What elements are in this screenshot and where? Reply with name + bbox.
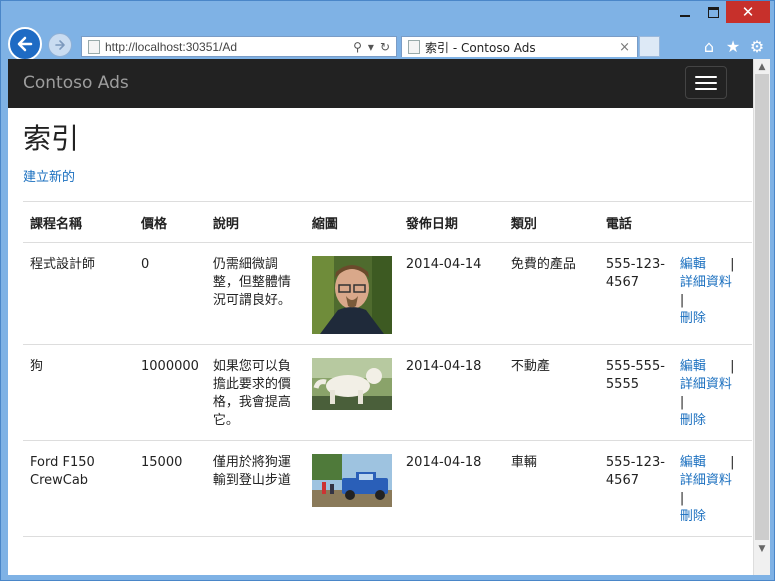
refresh-icon[interactable]: ↻ — [380, 40, 390, 54]
cell-title: 程式設計師 — [23, 242, 134, 345]
thumbnail-man-portrait[interactable] — [311, 256, 392, 334]
table-row: 程式設計師 0 仍需細微調整，但整體情況可謂良好。 2014-04-14 免費的… — [23, 242, 752, 345]
cell-title: Ford F150 CrewCab — [23, 440, 134, 537]
star-icon[interactable]: ★ — [724, 37, 742, 56]
page-title: 索引 — [23, 122, 80, 155]
col-date-header: 發佈日期 — [398, 201, 504, 243]
tab-close-icon[interactable]: × — [619, 40, 630, 55]
home-icon[interactable]: ⌂ — [700, 37, 718, 56]
search-icon[interactable]: ⚲ — [353, 40, 362, 54]
hamburger-icon — [695, 75, 717, 78]
col-thumbnail-header: 縮圖 — [304, 201, 399, 243]
col-price-header: 價格 — [134, 201, 206, 243]
details-link[interactable]: 詳細資料 — [680, 472, 745, 490]
edit-link[interactable]: 編輯 — [680, 257, 706, 272]
arrow-right-icon — [55, 40, 65, 50]
forward-button[interactable] — [48, 33, 72, 57]
cell-phone: 555-123-4567 — [598, 242, 673, 345]
address-bar[interactable]: http://localhost:30351/Ad ⚲ ▾ ↻ — [81, 36, 397, 57]
cell-date: 2014-04-14 — [398, 242, 504, 345]
separator: | — [730, 359, 735, 374]
menu-toggle-button[interactable] — [685, 66, 727, 99]
edit-link[interactable]: 編輯 — [680, 455, 706, 470]
separator: | — [679, 395, 685, 410]
thumbnail-white-dog[interactable] — [311, 358, 392, 410]
scroll-down-icon[interactable]: ▼ — [754, 541, 770, 557]
arrow-left-icon — [17, 36, 33, 52]
cell-price: 15000 — [134, 440, 206, 537]
tab-active[interactable]: 索引 - Contoso Ads × — [401, 36, 638, 57]
table-row: 狗 1000000 如果您可以負擔此要求的價格，我會提高它。 2014-04-1… — [23, 344, 752, 441]
scroll-thumb[interactable] — [755, 74, 769, 540]
delete-link[interactable]: 刪除 — [680, 310, 745, 328]
separator: | — [730, 257, 735, 272]
ads-table: 課程名稱 價格 說明 縮圖 發佈日期 類別 電話 程式設計師 0 仍需細微調整，… — [23, 201, 752, 537]
table-row: Ford F150 CrewCab 15000 僅用於將狗運輸到登山步道 201… — [23, 440, 752, 537]
back-button[interactable] — [8, 27, 42, 61]
separator: | — [730, 455, 735, 470]
gear-icon[interactable]: ⚙ — [748, 37, 766, 56]
address-url[interactable]: http://localhost:30351/Ad — [105, 40, 353, 54]
cell-phone: 555-123-4567 — [598, 440, 673, 537]
scroll-up-icon[interactable]: ▲ — [754, 59, 770, 75]
page-viewport: Contoso Ads 索引 建立新的 課程名稱 價格 說明 縮圖 發佈日期 類… — [8, 59, 770, 575]
separator: | — [679, 491, 685, 506]
col-title-header: 課程名稱 — [23, 201, 134, 243]
vertical-scrollbar[interactable]: ▲ ▼ — [753, 59, 770, 575]
brand-link[interactable]: Contoso Ads — [23, 73, 129, 93]
navbar: Contoso Ads — [8, 59, 753, 108]
close-button[interactable]: ✕ — [726, 1, 770, 23]
cell-description: 僅用於將狗運輸到登山步道 — [205, 440, 305, 537]
col-phone-header: 電話 — [598, 201, 673, 243]
cell-category: 車輛 — [503, 440, 599, 537]
dropdown-icon[interactable]: ▾ — [368, 40, 374, 54]
cell-date: 2014-04-18 — [398, 344, 504, 441]
cell-date: 2014-04-18 — [398, 440, 504, 537]
cell-phone: 555-555-5555 — [598, 344, 673, 441]
delete-link[interactable]: 刪除 — [680, 508, 745, 526]
details-link[interactable]: 詳細資料 — [680, 274, 745, 292]
cell-category: 不動產 — [503, 344, 599, 441]
create-new-link[interactable]: 建立新的 — [23, 166, 75, 185]
separator: | — [679, 293, 685, 308]
cell-price: 0 — [134, 242, 206, 345]
cell-description: 仍需細微調整，但整體情況可謂良好。 — [205, 242, 305, 345]
table-header-row: 課程名稱 價格 說明 縮圖 發佈日期 類別 電話 — [23, 201, 752, 243]
minimize-button[interactable] — [670, 1, 700, 23]
browser-window: ✕ http://localhost:30351/Ad ⚲ ▾ ↻ 索引 - C… — [0, 0, 775, 581]
cell-title: 狗 — [23, 344, 134, 441]
new-tab-button[interactable] — [639, 36, 660, 57]
col-description-header: 說明 — [205, 201, 305, 243]
details-link[interactable]: 詳細資料 — [680, 376, 745, 394]
col-category-header: 類別 — [503, 201, 599, 243]
edit-link[interactable]: 編輯 — [680, 359, 706, 374]
cell-description: 如果您可以負擔此要求的價格，我會提高它。 — [205, 344, 305, 441]
delete-link[interactable]: 刪除 — [680, 412, 745, 430]
page-icon — [88, 39, 100, 54]
tab-title: 索引 - Contoso Ads — [425, 40, 536, 55]
maximize-button[interactable] — [700, 1, 726, 23]
cell-category: 免費的產品 — [503, 242, 599, 345]
minimize-icon — [680, 15, 690, 17]
thumbnail-blue-truck[interactable] — [311, 454, 392, 507]
cell-price: 1000000 — [134, 344, 206, 441]
maximize-icon — [707, 6, 719, 18]
page-icon — [408, 40, 420, 54]
